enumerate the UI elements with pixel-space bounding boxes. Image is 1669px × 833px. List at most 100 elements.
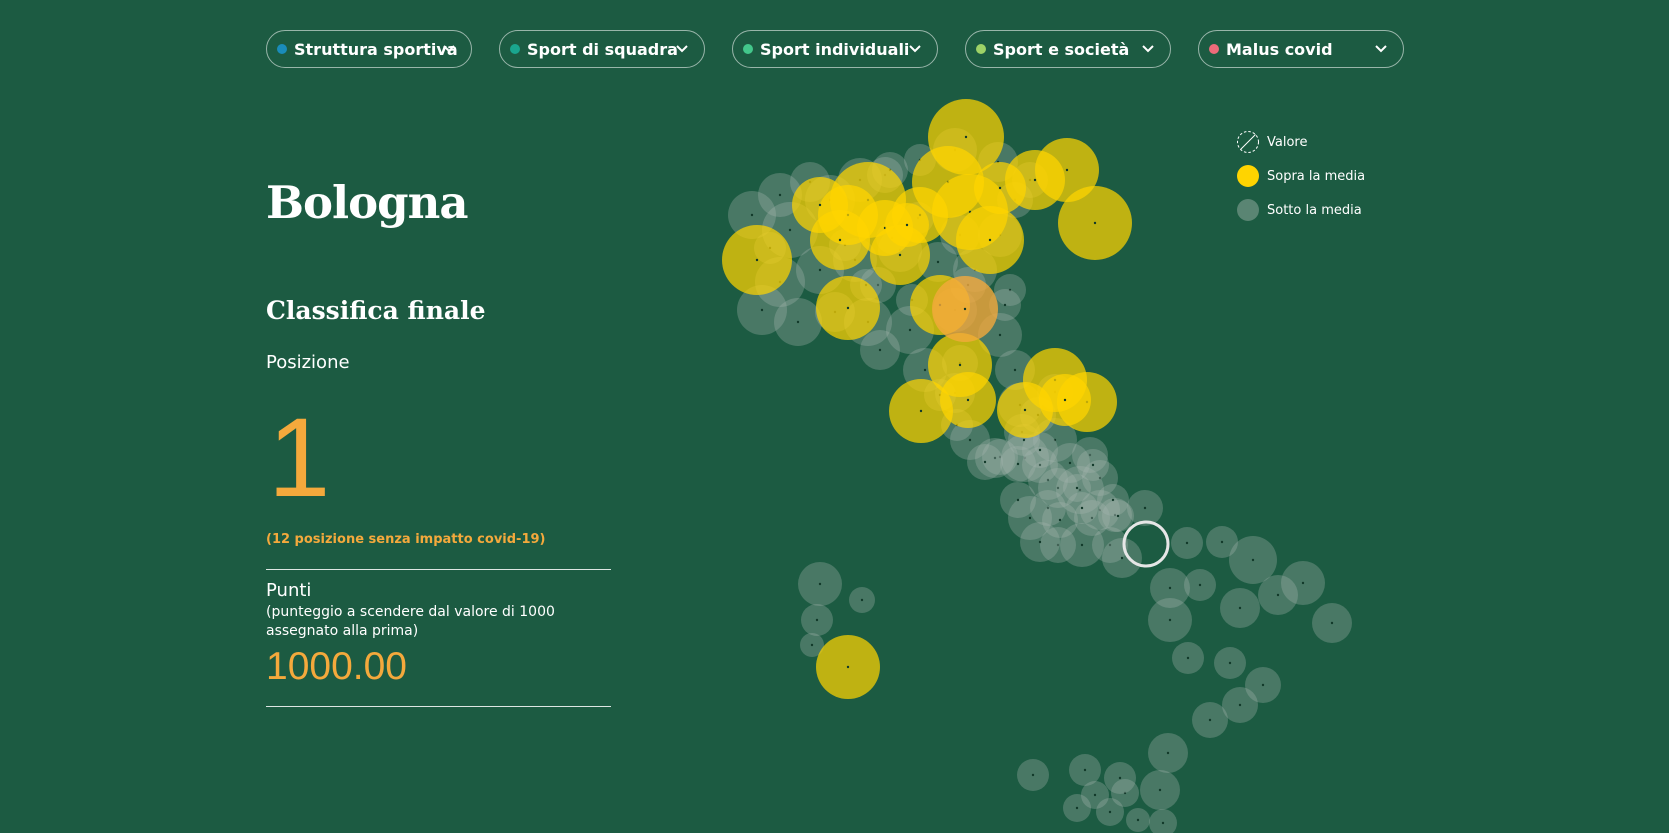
province-center-dot (1083, 768, 1087, 772)
province-center-dot (815, 618, 819, 622)
province-center-dot (1080, 543, 1084, 547)
province-center-dot (1261, 683, 1265, 687)
province-center-dot (750, 213, 754, 217)
points-label: Punti (266, 580, 312, 601)
province-center-dot (818, 268, 822, 272)
province-center-dot (988, 238, 992, 242)
province-bubble-below[interactable] (1149, 809, 1177, 833)
province-center-dot (919, 409, 923, 413)
position-value: 1 (268, 395, 331, 520)
filter-malus-covid[interactable]: Malus covid (1198, 30, 1404, 68)
divider (266, 706, 611, 707)
province-center-dot (1108, 810, 1112, 814)
province-center-dot (1238, 703, 1242, 707)
province-center-dot (846, 306, 850, 310)
province-center-dot (1038, 448, 1042, 452)
province-center-dot (1065, 168, 1069, 172)
filter-sport-e-societa[interactable]: Sport e società (965, 30, 1171, 68)
legend-label: Valore (1267, 134, 1308, 150)
province-center-dot (1075, 806, 1079, 810)
legend-label: Sopra la media (1267, 168, 1366, 184)
chevron-down-icon (443, 45, 455, 53)
filter-label: Sport e società (993, 39, 1130, 59)
province-center-dot (905, 223, 909, 227)
province-center-dot (908, 328, 912, 332)
province-center-dot (1093, 221, 1097, 225)
filter-color-dot (1209, 44, 1219, 54)
filter-label: Malus covid (1226, 39, 1333, 59)
province-center-dot (1143, 506, 1147, 510)
province-center-dot (1028, 516, 1032, 520)
province-center-dot (1075, 486, 1079, 490)
province-center-dot (1116, 514, 1120, 518)
province-center-dot (755, 258, 759, 262)
province-center-dot (1301, 581, 1305, 585)
province-center-dot (998, 186, 1002, 190)
chevron-down-icon (676, 45, 688, 53)
chevron-down-icon (909, 45, 921, 53)
position-note: (12 posizione senza impatto covid-19) (266, 532, 546, 547)
province-center-dot (1251, 558, 1255, 562)
legend-item-above: Sopra la media (1236, 165, 1365, 187)
province-center-dot (1033, 178, 1037, 182)
province-center-dot (1068, 461, 1072, 465)
province-center-dot (898, 253, 902, 257)
legend: Valore Sopra la media Sotto la media (1236, 131, 1365, 233)
position-label: Posizione (266, 352, 350, 373)
province-center-dot (760, 308, 764, 312)
province-center-dot (1198, 583, 1202, 587)
province-center-dot (1220, 540, 1224, 544)
province-center-dot (1013, 368, 1017, 372)
province-center-dot (1016, 462, 1020, 466)
province-center-dot (810, 643, 814, 647)
province-center-dot (1091, 463, 1095, 467)
province-center-dot (1136, 818, 1140, 822)
province-center-dot (1023, 408, 1027, 412)
province-center-dot (983, 460, 987, 464)
filter-label: Sport di squadra (527, 39, 678, 59)
chevron-down-icon (1375, 45, 1387, 53)
province-center-dot (1208, 718, 1212, 722)
province-center-dot (860, 598, 864, 602)
province-center-dot (1186, 656, 1190, 660)
province-center-dot (1238, 606, 1242, 610)
province-center-dot (998, 333, 1002, 337)
divider (266, 569, 611, 570)
ranking-title: Classifica finale (266, 296, 486, 325)
province-center-dot (818, 582, 822, 586)
province-center-dot (796, 320, 800, 324)
province-center-dot (838, 238, 842, 242)
province-center-dot (1063, 398, 1067, 402)
province-center-dot (923, 368, 927, 372)
filter-bar: Struttura sportiva Sport di squadra Spor… (266, 30, 1406, 70)
province-center-dot (963, 307, 967, 311)
points-value: 1000.00 (266, 645, 407, 688)
points-description: (punteggio a scendere dal valore di 1000… (266, 604, 555, 639)
above-average-swatch-icon (1237, 165, 1259, 187)
province-center-dot (964, 135, 968, 139)
province-center-dot (966, 398, 970, 402)
filter-struttura-sportiva[interactable]: Struttura sportiva (266, 30, 472, 68)
province-center-dot (878, 348, 882, 352)
filter-color-dot (277, 44, 287, 54)
filter-sport-individuali[interactable]: Sport individuali (732, 30, 938, 68)
province-center-dot (1120, 556, 1124, 560)
province-center-dot (968, 438, 972, 442)
province-center-dot (1185, 541, 1189, 545)
province-center-dot (936, 260, 940, 264)
province-center-dot (1093, 793, 1097, 797)
filter-label: Sport individuali (760, 39, 910, 59)
province-center-dot (1330, 621, 1334, 625)
province-center-dot (788, 228, 792, 232)
province-center-dot (1276, 593, 1280, 597)
filter-sport-di-squadra[interactable]: Sport di squadra (499, 30, 705, 68)
province-center-dot (1058, 518, 1062, 522)
legend-item-value: Valore (1236, 131, 1365, 153)
value-circle-icon (1237, 131, 1259, 153)
province-center-dot (1003, 303, 1007, 307)
province-center-dot (1080, 506, 1084, 510)
filter-color-dot (743, 44, 753, 54)
province-center-dot (1118, 776, 1122, 780)
province-center-dot (1161, 821, 1165, 825)
city-title: Bologna (266, 176, 468, 229)
